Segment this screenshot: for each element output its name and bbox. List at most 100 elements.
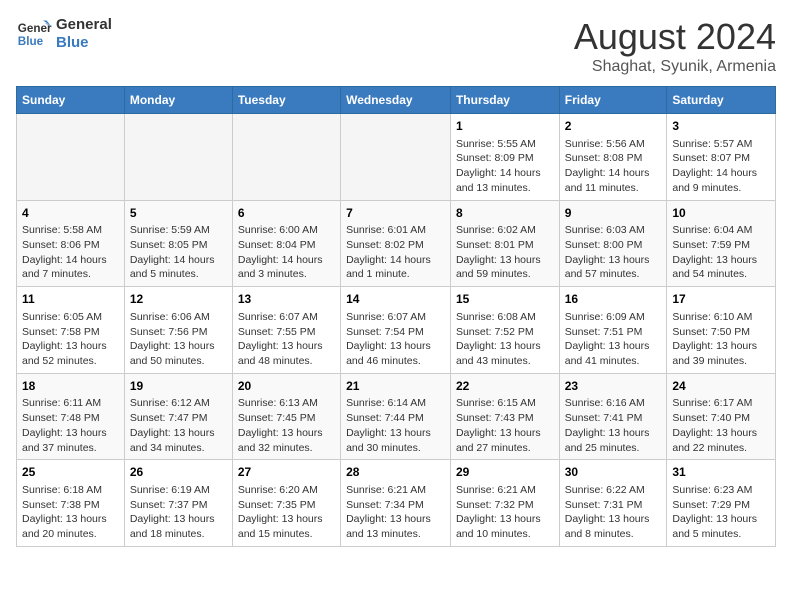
logo-text-blue: Blue bbox=[56, 34, 112, 52]
day-number: 2 bbox=[565, 118, 662, 135]
day-info: Sunrise: 6:07 AMSunset: 7:54 PMDaylight:… bbox=[346, 310, 445, 369]
day-number: 8 bbox=[456, 205, 554, 222]
day-info: Sunrise: 6:11 AMSunset: 7:48 PMDaylight:… bbox=[22, 396, 119, 455]
day-info: Sunrise: 6:09 AMSunset: 7:51 PMDaylight:… bbox=[565, 310, 662, 369]
day-number: 23 bbox=[565, 378, 662, 395]
logo-text-general: General bbox=[56, 16, 112, 34]
calendar-day-cell: 1 Sunrise: 5:55 AMSunset: 8:09 PMDaylight… bbox=[450, 114, 559, 201]
calendar-day-cell: 5Sunrise: 5:59 AMSunset: 8:05 PMDaylight… bbox=[124, 200, 232, 287]
day-number: 5 bbox=[130, 205, 227, 222]
day-info: Sunrise: 6:19 AMSunset: 7:37 PMDaylight:… bbox=[130, 483, 227, 542]
day-info: Sunrise: 6:14 AMSunset: 7:44 PMDaylight:… bbox=[346, 396, 445, 455]
calendar-day-cell: 22Sunrise: 6:15 AMSunset: 7:43 PMDayligh… bbox=[450, 373, 559, 460]
day-info: Sunrise: 6:16 AMSunset: 7:41 PMDaylight:… bbox=[565, 396, 662, 455]
weekday-header-cell: Thursday bbox=[450, 87, 559, 114]
calendar-day-cell: 11Sunrise: 6:05 AMSunset: 7:58 PMDayligh… bbox=[17, 287, 125, 374]
calendar-day-cell: 16 Sunrise: 6:09 AMSunset: 7:51 PMDayligh… bbox=[559, 287, 667, 374]
day-number: 7 bbox=[346, 205, 445, 222]
calendar-day-cell: 3 Sunrise: 5:57 AMSunset: 8:07 PMDaylight… bbox=[667, 114, 776, 201]
calendar-day-cell: 19Sunrise: 6:12 AMSunset: 7:47 PMDayligh… bbox=[124, 373, 232, 460]
day-info: Sunrise: 6:10 AMSunset: 7:50 PMDaylight:… bbox=[672, 310, 770, 369]
calendar-day-cell: 23Sunrise: 6:16 AMSunset: 7:41 PMDayligh… bbox=[559, 373, 667, 460]
day-number: 15 bbox=[456, 291, 554, 308]
day-info: Sunrise: 5:56 AMSunset: 8:08 PMDaylight:… bbox=[565, 137, 662, 196]
weekday-header-cell: Monday bbox=[124, 87, 232, 114]
day-number: 21 bbox=[346, 378, 445, 395]
calendar-week-row: 25 Sunrise: 6:18 AMSunset: 7:38 PMDayligh… bbox=[17, 460, 776, 547]
day-info: Sunrise: 6:08 AMSunset: 7:52 PMDaylight:… bbox=[456, 310, 554, 369]
calendar-day-cell: 8Sunrise: 6:02 AMSunset: 8:01 PMDaylight… bbox=[450, 200, 559, 287]
calendar-day-cell: 21Sunrise: 6:14 AMSunset: 7:44 PMDayligh… bbox=[341, 373, 451, 460]
calendar-day-cell: 29 Sunrise: 6:21 AMSunset: 7:32 PMDayligh… bbox=[450, 460, 559, 547]
weekday-header-row: SundayMondayTuesdayWednesdayThursdayFrid… bbox=[17, 87, 776, 114]
calendar-day-cell bbox=[341, 114, 451, 201]
calendar-day-cell: 28Sunrise: 6:21 AMSunset: 7:34 PMDayligh… bbox=[341, 460, 451, 547]
calendar-day-cell: 9Sunrise: 6:03 AMSunset: 8:00 PMDaylight… bbox=[559, 200, 667, 287]
day-info: Sunrise: 5:58 AMSunset: 8:06 PMDaylight:… bbox=[22, 223, 119, 282]
calendar-day-cell: 25 Sunrise: 6:18 AMSunset: 7:38 PMDayligh… bbox=[17, 460, 125, 547]
day-number: 4 bbox=[22, 205, 119, 222]
day-number: 16 bbox=[565, 291, 662, 308]
day-number: 11 bbox=[22, 291, 119, 308]
calendar-day-cell bbox=[124, 114, 232, 201]
logo-icon: General Blue bbox=[16, 16, 52, 52]
calendar-day-cell: 14 Sunrise: 6:07 AMSunset: 7:54 PMDayligh… bbox=[341, 287, 451, 374]
svg-text:Blue: Blue bbox=[18, 35, 44, 48]
calendar-week-row: 18Sunrise: 6:11 AMSunset: 7:48 PMDayligh… bbox=[17, 373, 776, 460]
day-number: 29 bbox=[456, 464, 554, 481]
calendar-day-cell: 6Sunrise: 6:00 AMSunset: 8:04 PMDaylight… bbox=[232, 200, 340, 287]
day-number: 10 bbox=[672, 205, 770, 222]
calendar-day-cell: 30Sunrise: 6:22 AMSunset: 7:31 PMDayligh… bbox=[559, 460, 667, 547]
day-number: 19 bbox=[130, 378, 227, 395]
calendar-day-cell: 2 Sunrise: 5:56 AMSunset: 8:08 PMDaylight… bbox=[559, 114, 667, 201]
day-info: Sunrise: 6:01 AMSunset: 8:02 PMDaylight:… bbox=[346, 223, 445, 282]
calendar-table: SundayMondayTuesdayWednesdayThursdayFrid… bbox=[16, 86, 776, 547]
day-number: 6 bbox=[238, 205, 335, 222]
day-number: 26 bbox=[130, 464, 227, 481]
day-number: 20 bbox=[238, 378, 335, 395]
calendar-day-cell: 17 Sunrise: 6:10 AMSunset: 7:50 PMDayligh… bbox=[667, 287, 776, 374]
main-title: August 2024 bbox=[574, 16, 776, 58]
day-number: 18 bbox=[22, 378, 119, 395]
calendar-day-cell: 4Sunrise: 5:58 AMSunset: 8:06 PMDaylight… bbox=[17, 200, 125, 287]
day-number: 14 bbox=[346, 291, 445, 308]
day-number: 22 bbox=[456, 378, 554, 395]
calendar-day-cell: 31 Sunrise: 6:23 AMSunset: 7:29 PMDayligh… bbox=[667, 460, 776, 547]
calendar-week-row: 4Sunrise: 5:58 AMSunset: 8:06 PMDaylight… bbox=[17, 200, 776, 287]
day-info: Sunrise: 5:59 AMSunset: 8:05 PMDaylight:… bbox=[130, 223, 227, 282]
calendar-day-cell bbox=[232, 114, 340, 201]
calendar-day-cell: 18Sunrise: 6:11 AMSunset: 7:48 PMDayligh… bbox=[17, 373, 125, 460]
weekday-header-cell: Wednesday bbox=[341, 87, 451, 114]
day-number: 24 bbox=[672, 378, 770, 395]
day-info: Sunrise: 6:18 AMSunset: 7:38 PMDaylight:… bbox=[22, 483, 119, 542]
calendar-week-row: 11Sunrise: 6:05 AMSunset: 7:58 PMDayligh… bbox=[17, 287, 776, 374]
day-info: Sunrise: 6:21 AMSunset: 7:32 PMDaylight:… bbox=[456, 483, 554, 542]
calendar-body: 1 Sunrise: 5:55 AMSunset: 8:09 PMDaylight… bbox=[17, 114, 776, 547]
day-number: 3 bbox=[672, 118, 770, 135]
day-info: Sunrise: 6:00 AMSunset: 8:04 PMDaylight:… bbox=[238, 223, 335, 282]
day-info: Sunrise: 6:21 AMSunset: 7:34 PMDaylight:… bbox=[346, 483, 445, 542]
day-number: 12 bbox=[130, 291, 227, 308]
day-number: 17 bbox=[672, 291, 770, 308]
calendar-day-cell: 20Sunrise: 6:13 AMSunset: 7:45 PMDayligh… bbox=[232, 373, 340, 460]
day-number: 27 bbox=[238, 464, 335, 481]
logo: General Blue General Blue bbox=[16, 16, 112, 52]
day-info: Sunrise: 6:17 AMSunset: 7:40 PMDaylight:… bbox=[672, 396, 770, 455]
day-info: Sunrise: 6:20 AMSunset: 7:35 PMDaylight:… bbox=[238, 483, 335, 542]
calendar-day-cell: 24Sunrise: 6:17 AMSunset: 7:40 PMDayligh… bbox=[667, 373, 776, 460]
day-info: Sunrise: 5:57 AMSunset: 8:07 PMDaylight:… bbox=[672, 137, 770, 196]
day-number: 1 bbox=[456, 118, 554, 135]
calendar-day-cell bbox=[17, 114, 125, 201]
day-info: Sunrise: 6:02 AMSunset: 8:01 PMDaylight:… bbox=[456, 223, 554, 282]
calendar-day-cell: 10Sunrise: 6:04 AMSunset: 7:59 PMDayligh… bbox=[667, 200, 776, 287]
calendar-day-cell: 13Sunrise: 6:07 AMSunset: 7:55 PMDayligh… bbox=[232, 287, 340, 374]
calendar-day-cell: 27 Sunrise: 6:20 AMSunset: 7:35 PMDayligh… bbox=[232, 460, 340, 547]
day-number: 31 bbox=[672, 464, 770, 481]
day-number: 25 bbox=[22, 464, 119, 481]
day-info: Sunrise: 5:55 AMSunset: 8:09 PMDaylight:… bbox=[456, 137, 554, 196]
day-number: 13 bbox=[238, 291, 335, 308]
calendar-week-row: 1 Sunrise: 5:55 AMSunset: 8:09 PMDaylight… bbox=[17, 114, 776, 201]
day-number: 9 bbox=[565, 205, 662, 222]
day-info: Sunrise: 6:03 AMSunset: 8:00 PMDaylight:… bbox=[565, 223, 662, 282]
day-info: Sunrise: 6:23 AMSunset: 7:29 PMDaylight:… bbox=[672, 483, 770, 542]
